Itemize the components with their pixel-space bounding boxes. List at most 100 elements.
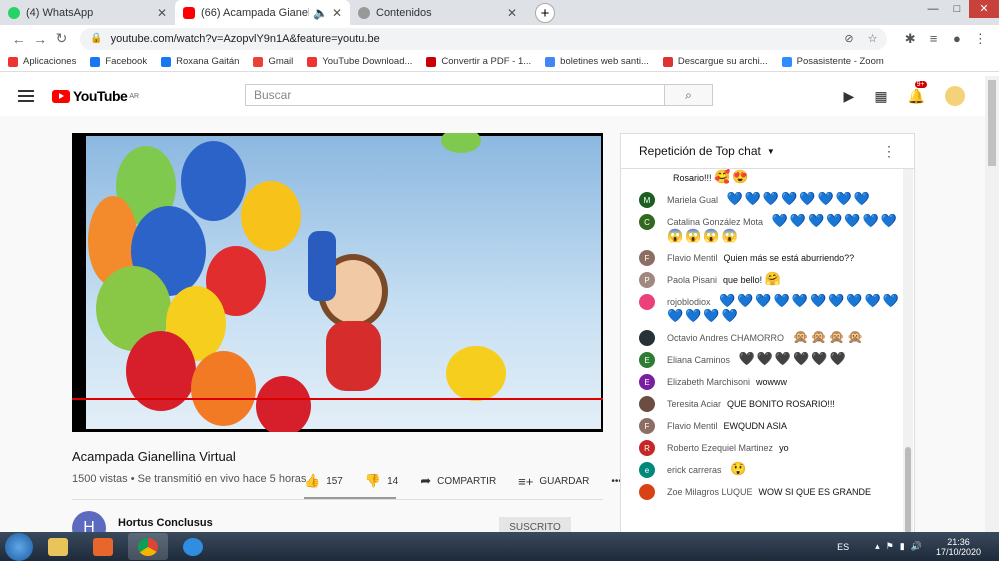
chat-message-body: Mariela Gual 💙💙💙💙💙💙💙💙 <box>667 192 914 207</box>
new-tab-button[interactable]: + <box>535 3 555 23</box>
search-button[interactable]: ⌕ <box>665 84 713 106</box>
search-input[interactable]: Buscar <box>245 84 665 106</box>
bookmark-label: Roxana Gaitán <box>176 56 240 67</box>
back-arrow-icon[interactable]: ← <box>8 31 29 47</box>
star-icon[interactable]: ☆ <box>868 32 878 45</box>
chat-avatar[interactable]: R <box>639 440 655 456</box>
language-indicator[interactable]: ES <box>837 542 849 552</box>
clock[interactable]: 21:36 17/10/2020 <box>936 537 981 557</box>
minimize-button[interactable]: — <box>921 0 945 18</box>
taskbar-media[interactable] <box>83 533 123 560</box>
chat-author[interactable]: rojoblodiox <box>667 297 711 307</box>
chat-avatar[interactable] <box>639 330 655 346</box>
apps-grid-icon[interactable]: ▦ <box>874 88 887 105</box>
chat-avatar[interactable]: P <box>639 272 655 288</box>
start-button[interactable] <box>5 532 33 561</box>
chat-avatar[interactable] <box>639 294 655 310</box>
chat-message-body: Catalina González Mota 💙💙💙💙💙💙💙😱😱😱😱 <box>667 214 914 244</box>
chat-avatar[interactable]: F <box>639 250 655 266</box>
lock-icon[interactable]: 🔒 <box>90 33 102 44</box>
taskbar-ie[interactable] <box>173 533 213 560</box>
youtube-logo[interactable]: YouTube AR <box>52 88 139 104</box>
action-center-icon[interactable]: ⚑ <box>886 541 894 552</box>
address-bar[interactable]: 🔒 youtube.com/watch?v=AzopvlY9n1A&featur… <box>80 27 888 50</box>
share-button[interactable]: ➦ COMPARTIR <box>420 473 496 489</box>
video-progress-bar[interactable] <box>72 398 603 400</box>
chat-more-icon[interactable]: ⋮ <box>882 143 896 160</box>
chat-avatar[interactable]: C <box>639 214 655 230</box>
audio-icon[interactable]: 🔈 <box>313 6 328 20</box>
chat-author[interactable]: Octavio Andres CHAMORRO <box>667 333 784 343</box>
chat-emoji: 🙊🙊🙊🙊 <box>792 329 866 344</box>
chat-author[interactable]: Mariela Gual <box>667 195 718 205</box>
bookmark-item[interactable]: boletines web santi... <box>545 56 649 67</box>
bookmark-item[interactable]: Convertir a PDF - 1... <box>426 56 531 67</box>
chat-author[interactable]: Roberto Ezequiel Martinez <box>667 443 773 453</box>
caret-down-icon[interactable]: ▼ <box>767 147 775 156</box>
page-scrollbar[interactable] <box>985 76 999 532</box>
bookmark-item[interactable]: Descargue su archi... <box>662 56 768 67</box>
chat-avatar[interactable]: M <box>639 192 655 208</box>
forward-arrow-icon[interactable]: → <box>29 31 50 47</box>
chat-author[interactable]: Flavio Mentil <box>667 421 718 431</box>
bookmark-icon <box>307 56 318 67</box>
media-icon[interactable]: ≡ <box>923 31 944 46</box>
chat-mode-dropdown[interactable]: Repetición de Top chat <box>639 144 761 158</box>
chat-scrollbar[interactable] <box>903 169 913 532</box>
volume-icon[interactable]: 🔊 <box>911 541 922 552</box>
close-tab-icon[interactable]: ✕ <box>157 6 167 20</box>
video-player[interactable] <box>72 133 603 432</box>
bookmark-label: Facebook <box>105 56 148 67</box>
chat-avatar[interactable] <box>639 484 655 500</box>
tab-whatsapp[interactable]: (4) WhatsApp ✕ <box>0 0 175 25</box>
chat-avatar[interactable]: E <box>639 374 655 390</box>
tab-youtube[interactable]: (66) Acampada Gianellina Vi 🔈 ✕ <box>175 0 350 25</box>
chat-avatar[interactable]: e <box>639 462 655 478</box>
save-button[interactable]: ≡+ GUARDAR <box>518 474 589 489</box>
search-bar: Buscar ⌕ <box>245 84 713 106</box>
hamburger-menu-icon[interactable] <box>18 87 34 105</box>
page-icon <box>358 6 370 19</box>
media-player-icon <box>93 537 113 556</box>
profile-icon[interactable]: ● <box>946 31 967 46</box>
user-avatar[interactable] <box>945 86 965 106</box>
dislike-button[interactable]: 👎 14 <box>365 473 398 489</box>
maximize-button[interactable]: □ <box>945 0 969 18</box>
balloon <box>241 181 301 251</box>
chat-avatar[interactable]: F <box>639 418 655 434</box>
tray-arrow-icon[interactable]: ▴ <box>875 541 880 552</box>
bookmark-item[interactable]: Facebook <box>90 56 147 67</box>
close-window-button[interactable]: ✕ <box>969 0 999 18</box>
camera-blocked-icon[interactable]: ⊘ <box>844 32 853 45</box>
folder-icon <box>48 537 68 556</box>
bookmark-item[interactable]: Posasistente - Zoom <box>781 56 884 67</box>
chat-author[interactable]: Elizabeth Marchisoni <box>667 377 750 387</box>
chat-avatar[interactable]: E <box>639 352 655 368</box>
chat-author[interactable]: Eliana Caminos <box>667 355 730 365</box>
chat-author[interactable]: Paola Pisani <box>667 275 717 285</box>
windows-taskbar: ES ▴ ⚑ ▮ 🔊 21:36 17/10/2020 <box>0 532 999 561</box>
bookmark-item[interactable]: Roxana Gaitán <box>161 56 239 67</box>
notifications-bell-icon[interactable]: 🔔 9+ <box>908 80 927 105</box>
bookmark-item[interactable]: YouTube Download... <box>307 56 412 67</box>
chat-author[interactable]: Teresita Aciar <box>667 399 721 409</box>
close-tab-icon[interactable]: ✕ <box>332 6 342 20</box>
chat-author[interactable]: erick carreras <box>667 465 722 475</box>
like-button[interactable]: 👍 157 <box>304 473 343 489</box>
chat-author[interactable]: Zoe Milagros LUQUE <box>667 487 753 497</box>
network-icon[interactable]: ▮ <box>900 541 905 552</box>
bookmark-item[interactable]: Aplicaciones <box>8 56 76 67</box>
close-tab-icon[interactable]: ✕ <box>507 6 517 20</box>
chat-text: QUE BONITO ROSARIO!!! <box>727 399 835 409</box>
taskbar-explorer[interactable] <box>38 533 78 560</box>
chat-author[interactable]: Catalina González Mota <box>667 217 763 227</box>
create-video-icon[interactable]: ▶ <box>844 88 855 105</box>
extensions-icon[interactable]: ✱ <box>899 31 920 47</box>
tab-contenidos[interactable]: Contenidos ✕ <box>350 0 525 25</box>
taskbar-chrome[interactable] <box>128 533 168 560</box>
chat-author[interactable]: Flavio Mentil <box>667 253 718 263</box>
bookmark-item[interactable]: Gmail <box>253 56 293 67</box>
chat-avatar[interactable] <box>639 396 655 412</box>
more-icon[interactable]: ⋮ <box>970 31 991 47</box>
reload-icon[interactable]: ↻ <box>51 30 72 47</box>
